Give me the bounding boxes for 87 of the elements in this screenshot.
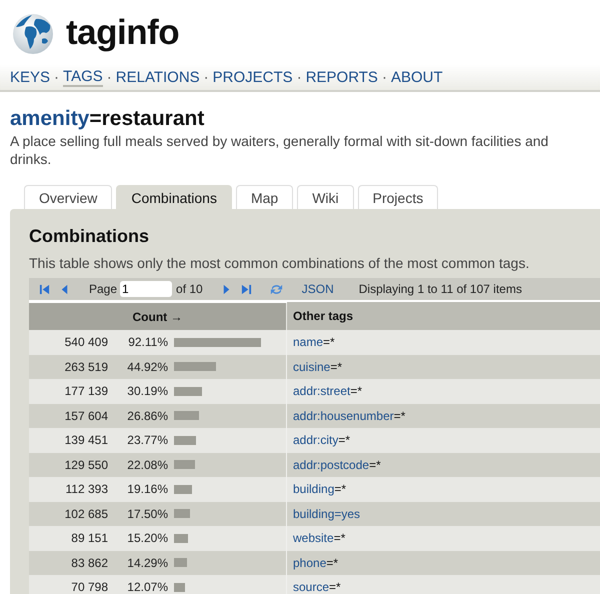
display-info: Displaying 1 to 11 of 107 items — [358, 282, 522, 296]
count-bar — [174, 582, 186, 592]
nav-link[interactable]: ABOUT — [390, 68, 443, 86]
tag-value: =* — [334, 531, 346, 546]
nav-separator: · — [382, 68, 387, 86]
tag-value-link[interactable]: =yes — [334, 506, 360, 521]
nav-link[interactable]: KEYS — [10, 68, 50, 86]
count-bar — [174, 484, 192, 494]
count-value: 263 519 — [64, 360, 108, 374]
section-heading: Combinations — [29, 225, 150, 247]
count-bar — [174, 558, 188, 568]
description-line: drinks. — [10, 150, 52, 168]
percent-value: 44.92% — [126, 360, 168, 374]
percent-value: 19.16% — [126, 482, 168, 496]
percent-value: 26.86% — [126, 408, 168, 423]
tag-value: =* — [394, 408, 406, 423]
percent-value: 15.20% — [126, 531, 168, 546]
count-bar — [174, 386, 202, 396]
nav-separator: · — [54, 68, 60, 86]
page-label: Page — [89, 282, 118, 296]
percent-value: 92.11% — [127, 335, 168, 350]
tag-value: =* — [338, 433, 350, 448]
tag-key-link[interactable]: addr:postcode — [293, 458, 370, 472]
count-bar — [174, 436, 196, 445]
tag-key-link[interactable]: name — [293, 335, 324, 350]
count-value: 139 451 — [64, 433, 108, 448]
count-value: 129 550 — [64, 458, 108, 472]
count-value: 89 151 — [70, 531, 108, 546]
count-bar — [174, 411, 200, 420]
percent-value: 22.08% — [126, 458, 168, 472]
tag-value: =* — [323, 335, 335, 350]
percent-value: 30.19% — [126, 384, 168, 398]
nav-separator: · — [106, 68, 112, 86]
tab[interactable]: Wiki — [297, 185, 354, 209]
count-value: 70 798 — [70, 580, 108, 594]
tag-key-link[interactable]: cuisine — [293, 360, 330, 374]
count-value: 540 409 — [64, 335, 108, 350]
count-bar — [174, 534, 188, 543]
tag-value: =* — [334, 482, 346, 496]
tag-key-link[interactable]: phone — [293, 556, 326, 570]
count-value: 102 685 — [64, 506, 108, 521]
tag-value: =* — [330, 360, 342, 374]
previous-page-icon[interactable] — [59, 284, 70, 294]
tag-key-link[interactable]: website — [293, 531, 334, 546]
column-header[interactable]: Count → — [29, 302, 286, 330]
percent-value: 14.29% — [126, 556, 168, 570]
count-bar — [174, 362, 216, 372]
column-header[interactable]: Other tags — [286, 302, 600, 330]
percent-value: 23.77% — [126, 433, 168, 448]
count-value: 177 139 — [64, 384, 108, 398]
nav-link[interactable]: PROJECTS — [212, 68, 293, 86]
page-count: of 10 — [176, 282, 203, 296]
page-title: amenity=restaurant — [10, 106, 206, 132]
tag-key-link[interactable]: source — [293, 580, 330, 594]
json-link[interactable]: JSON — [302, 282, 334, 296]
nav-link[interactable]: TAGS — [63, 68, 103, 86]
percent-value: 12.07% — [126, 580, 168, 594]
tag-key-link[interactable]: addr:housenumber — [293, 408, 394, 423]
tag-value: =* — [350, 384, 362, 398]
last-page-icon[interactable] — [240, 284, 252, 294]
tag-key-link[interactable]: addr:city — [293, 433, 338, 448]
nav-link[interactable]: REPORTS — [306, 68, 378, 86]
nav-separator: · — [296, 68, 302, 86]
tag-value: =* — [369, 458, 381, 472]
tag-value: =* — [329, 580, 341, 594]
tab[interactable]: Map — [236, 185, 294, 209]
description-line: A place selling full meals served by waiters, generally formal with sit-down facilities and — [10, 132, 550, 150]
nav-link[interactable]: RELATIONS — [116, 68, 200, 86]
tab[interactable]: Combinations — [116, 185, 232, 209]
globe-logo-icon — [12, 13, 54, 55]
tag-key-link[interactable]: building — [293, 506, 334, 521]
tag-key-link[interactable]: addr:street — [293, 384, 350, 398]
percent-value: 17.50% — [126, 506, 168, 521]
count-value: 112 393 — [64, 482, 108, 496]
tab[interactable]: Overview — [24, 185, 112, 209]
tag-key-link[interactable]: building — [293, 482, 334, 496]
logo-text[interactable]: taginfo — [66, 13, 180, 53]
nav-separator: · — [204, 68, 209, 86]
section-description: This table shows only the most common combinations of the most common tags. — [29, 255, 530, 271]
tag-value: =* — [326, 556, 338, 570]
count-value: 83 862 — [70, 556, 108, 570]
count-bar — [174, 509, 190, 518]
count-bar — [174, 460, 195, 470]
page-input[interactable]: 1 — [120, 281, 172, 297]
first-page-icon[interactable] — [39, 284, 50, 294]
tab[interactable]: Projects — [358, 185, 438, 209]
count-value: 157 604 — [64, 408, 108, 423]
